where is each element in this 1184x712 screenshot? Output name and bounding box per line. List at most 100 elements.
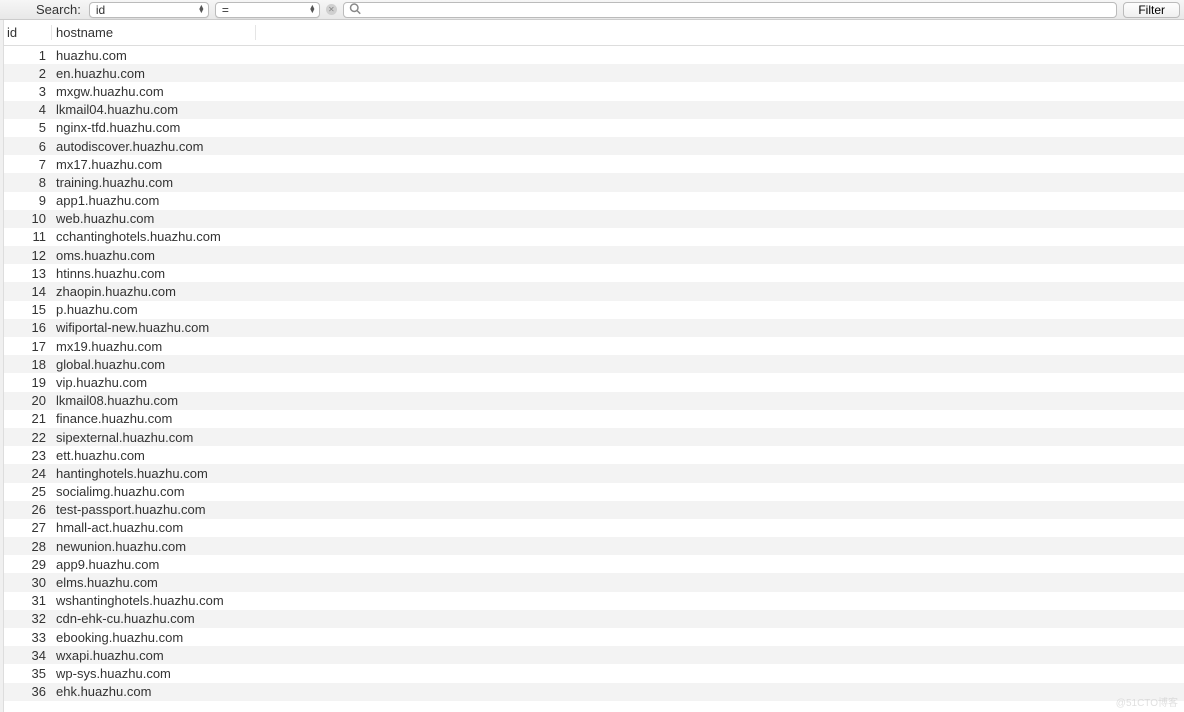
results-table: id hostname 1huazhu.com2en.huazhu.com3mx…	[4, 20, 1184, 701]
cell-id: 15	[4, 302, 52, 317]
table-row[interactable]: 33ebooking.huazhu.com	[4, 628, 1184, 646]
table-row[interactable]: 14zhaopin.huazhu.com	[4, 282, 1184, 300]
search-input[interactable]	[343, 2, 1118, 18]
table-row[interactable]: 27hmall-act.huazhu.com	[4, 519, 1184, 537]
table-header: id hostname	[4, 20, 1184, 46]
cell-hostname: lkmail04.huazhu.com	[52, 102, 1184, 117]
cell-hostname: hmall-act.huazhu.com	[52, 520, 1184, 535]
cell-hostname: mx19.huazhu.com	[52, 339, 1184, 354]
table-row[interactable]: 28newunion.huazhu.com	[4, 537, 1184, 555]
cell-hostname: oms.huazhu.com	[52, 248, 1184, 263]
table-row[interactable]: 36ehk.huazhu.com	[4, 683, 1184, 701]
cell-id: 5	[4, 120, 52, 135]
table-row[interactable]: 25socialimg.huazhu.com	[4, 483, 1184, 501]
cell-hostname: autodiscover.huazhu.com	[52, 139, 1184, 154]
cell-hostname: lkmail08.huazhu.com	[52, 393, 1184, 408]
watermark: @51CTO博客	[1116, 694, 1178, 709]
table-row[interactable]: 29app9.huazhu.com	[4, 555, 1184, 573]
cell-hostname: cdn-ehk-cu.huazhu.com	[52, 611, 1184, 626]
table-row[interactable]: 18global.huazhu.com	[4, 355, 1184, 373]
table-row[interactable]: 22sipexternal.huazhu.com	[4, 428, 1184, 446]
cell-id: 23	[4, 448, 52, 463]
cell-id: 14	[4, 284, 52, 299]
cell-id: 10	[4, 211, 52, 226]
search-input-wrap	[343, 2, 1118, 18]
cell-hostname: p.huazhu.com	[52, 302, 1184, 317]
cell-id: 17	[4, 339, 52, 354]
table-row[interactable]: 30elms.huazhu.com	[4, 573, 1184, 591]
close-icon: ✕	[328, 6, 335, 14]
table-row[interactable]: 26test-passport.huazhu.com	[4, 501, 1184, 519]
table-row[interactable]: 20lkmail08.huazhu.com	[4, 392, 1184, 410]
cell-hostname: elms.huazhu.com	[52, 575, 1184, 590]
cell-id: 36	[4, 684, 52, 699]
search-toolbar: Search: id ▲▼ = ▲▼ ✕ Filter	[0, 0, 1184, 20]
cell-hostname: vip.huazhu.com	[52, 375, 1184, 390]
cell-hostname: ebooking.huazhu.com	[52, 630, 1184, 645]
cell-id: 1	[4, 48, 52, 63]
table-row[interactable]: 2en.huazhu.com	[4, 64, 1184, 82]
table-row[interactable]: 34wxapi.huazhu.com	[4, 646, 1184, 664]
table-row[interactable]: 8training.huazhu.com	[4, 173, 1184, 191]
cell-hostname: newunion.huazhu.com	[52, 539, 1184, 554]
table-row[interactable]: 32cdn-ehk-cu.huazhu.com	[4, 610, 1184, 628]
cell-id: 34	[4, 648, 52, 663]
table-row[interactable]: 19vip.huazhu.com	[4, 373, 1184, 391]
table-row[interactable]: 10web.huazhu.com	[4, 210, 1184, 228]
cell-hostname: wshantinghotels.huazhu.com	[52, 593, 1184, 608]
table-row[interactable]: 16wifiportal-new.huazhu.com	[4, 319, 1184, 337]
updown-icon: ▲▼	[309, 6, 316, 14]
cell-id: 4	[4, 102, 52, 117]
table-row[interactable]: 6autodiscover.huazhu.com	[4, 137, 1184, 155]
cell-id: 28	[4, 539, 52, 554]
cell-id: 20	[4, 393, 52, 408]
column-header-hostname[interactable]: hostname	[52, 25, 256, 40]
table-row[interactable]: 31wshantinghotels.huazhu.com	[4, 592, 1184, 610]
table-row[interactable]: 3mxgw.huazhu.com	[4, 82, 1184, 100]
cell-id: 13	[4, 266, 52, 281]
table-row[interactable]: 23ett.huazhu.com	[4, 446, 1184, 464]
search-label: Search:	[36, 2, 81, 17]
cell-hostname: sipexternal.huazhu.com	[52, 430, 1184, 445]
table-row[interactable]: 12oms.huazhu.com	[4, 246, 1184, 264]
filter-button[interactable]: Filter	[1123, 2, 1180, 18]
table-body: 1huazhu.com2en.huazhu.com3mxgw.huazhu.co…	[4, 46, 1184, 701]
cell-id: 30	[4, 575, 52, 590]
cell-id: 9	[4, 193, 52, 208]
table-row[interactable]: 1huazhu.com	[4, 46, 1184, 64]
cell-id: 21	[4, 411, 52, 426]
table-row[interactable]: 7mx17.huazhu.com	[4, 155, 1184, 173]
cell-id: 27	[4, 520, 52, 535]
table-row[interactable]: 24hantinghotels.huazhu.com	[4, 464, 1184, 482]
cell-id: 29	[4, 557, 52, 572]
field-select-value: id	[96, 3, 105, 17]
operator-select[interactable]: = ▲▼	[215, 2, 320, 18]
cell-hostname: cchantinghotels.huazhu.com	[52, 229, 1184, 244]
cell-hostname: hantinghotels.huazhu.com	[52, 466, 1184, 481]
table-row[interactable]: 13htinns.huazhu.com	[4, 264, 1184, 282]
cell-hostname: global.huazhu.com	[52, 357, 1184, 372]
cell-id: 25	[4, 484, 52, 499]
table-row[interactable]: 4lkmail04.huazhu.com	[4, 101, 1184, 119]
table-row[interactable]: 15p.huazhu.com	[4, 301, 1184, 319]
cell-id: 19	[4, 375, 52, 390]
cell-id: 24	[4, 466, 52, 481]
cell-hostname: socialimg.huazhu.com	[52, 484, 1184, 499]
cell-id: 11	[4, 229, 52, 244]
table-row[interactable]: 5nginx-tfd.huazhu.com	[4, 119, 1184, 137]
table-row[interactable]: 21finance.huazhu.com	[4, 410, 1184, 428]
clear-button[interactable]: ✕	[326, 4, 337, 15]
table-row[interactable]: 9app1.huazhu.com	[4, 192, 1184, 210]
table-row[interactable]: 17mx19.huazhu.com	[4, 337, 1184, 355]
table-row[interactable]: 35wp-sys.huazhu.com	[4, 664, 1184, 682]
cell-hostname: training.huazhu.com	[52, 175, 1184, 190]
table-row[interactable]: 11cchantinghotels.huazhu.com	[4, 228, 1184, 246]
column-header-id[interactable]: id	[4, 25, 52, 40]
cell-hostname: ett.huazhu.com	[52, 448, 1184, 463]
cell-hostname: web.huazhu.com	[52, 211, 1184, 226]
cell-hostname: en.huazhu.com	[52, 66, 1184, 81]
field-select[interactable]: id ▲▼	[89, 2, 209, 18]
cell-id: 35	[4, 666, 52, 681]
updown-icon: ▲▼	[198, 6, 205, 14]
cell-id: 32	[4, 611, 52, 626]
